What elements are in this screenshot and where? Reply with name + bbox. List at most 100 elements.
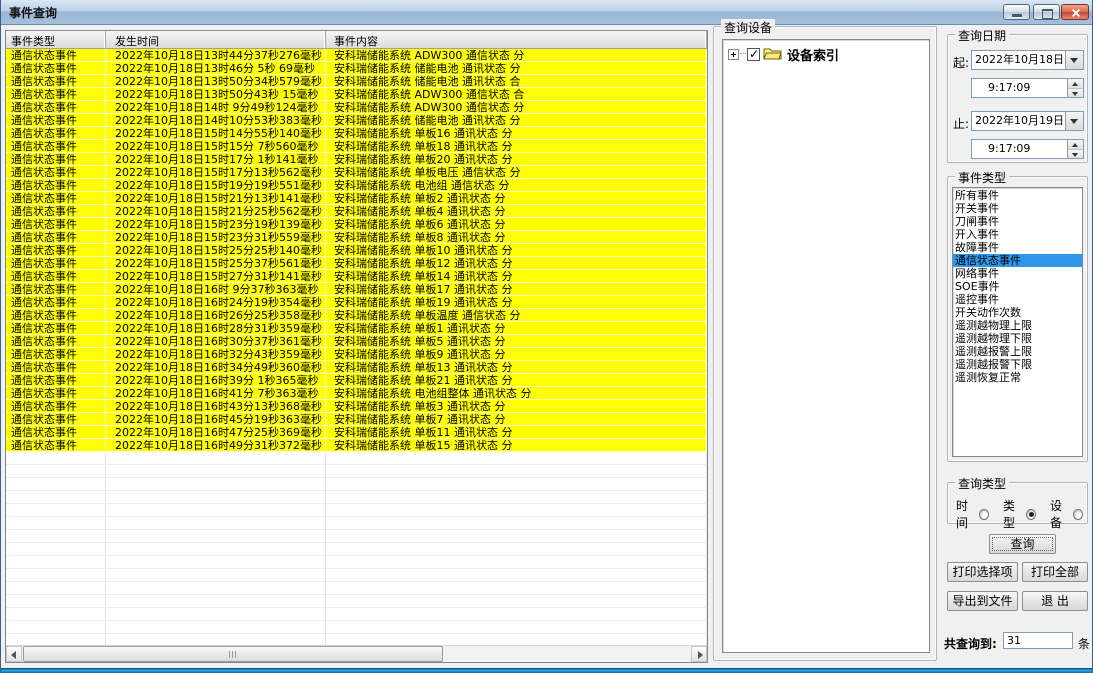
event-type-item[interactable]: 网络事件	[953, 267, 1082, 280]
device-tree-root[interactable]: 设备索引	[728, 46, 929, 62]
table-row[interactable]: 通信状态事件2022年10月18日13时46分 5秒 69毫秒安科瑞储能系统 储…	[6, 62, 707, 75]
radio-icon[interactable]	[1026, 509, 1036, 520]
table-cell	[106, 530, 326, 542]
table-row[interactable]: 通信状态事件2022年10月18日13时44分37秒276毫秒安科瑞储能系统 A…	[6, 49, 707, 62]
device-index-checkbox[interactable]	[747, 48, 760, 61]
event-type-item[interactable]: 遥测越报警下限	[953, 358, 1082, 371]
table-row[interactable]: 通信状态事件2022年10月18日13时50分43秒 15毫秒安科瑞储能系统 A…	[6, 88, 707, 101]
radio-icon[interactable]	[979, 509, 989, 520]
table-cell	[6, 621, 106, 633]
table-row[interactable]: 通信状态事件2022年10月18日14时 9分49秒124毫秒安科瑞储能系统 A…	[6, 101, 707, 114]
combo-arrow-icon[interactable]	[1065, 112, 1083, 130]
scrollbar-track[interactable]	[22, 646, 691, 662]
close-button[interactable]	[1061, 4, 1089, 20]
query-button[interactable]: 查询	[989, 534, 1056, 554]
column-header-time[interactable]: 发生时间	[106, 31, 326, 48]
event-type-item[interactable]: 刀闸事件	[953, 215, 1082, 228]
from-label: 起:	[953, 54, 969, 71]
table-row[interactable]: 通信状态事件2022年10月18日16时34分49秒360毫秒安科瑞储能系统 单…	[6, 361, 707, 374]
table-cell: 安科瑞储能系统 单板18 通讯状态 分	[326, 140, 707, 152]
to-date-combobox[interactable]: 2022年10月19日	[971, 111, 1084, 131]
table-empty-row	[6, 504, 707, 517]
table-cell	[106, 582, 326, 594]
scroll-right-button[interactable]	[691, 646, 707, 662]
table-cell: 安科瑞储能系统 电池组整体 通讯状态 分	[326, 387, 707, 399]
minimize-button[interactable]	[1003, 4, 1030, 20]
table-row[interactable]: 通信状态事件2022年10月18日15时23分19秒139毫秒安科瑞储能系统 单…	[6, 218, 707, 231]
table-row[interactable]: 通信状态事件2022年10月18日14时10分53秒383毫秒安科瑞储能系统 储…	[6, 114, 707, 127]
print-all-button[interactable]: 打印全部	[1022, 562, 1088, 582]
query-type-option[interactable]: 时间	[956, 497, 989, 531]
table-row[interactable]: 通信状态事件2022年10月18日13时50分34秒579毫秒安科瑞储能系统 储…	[6, 75, 707, 88]
table-cell: 通信状态事件	[6, 205, 106, 217]
event-type-item[interactable]: 开关事件	[953, 202, 1082, 215]
table-row[interactable]: 通信状态事件2022年10月18日15时21分25秒562毫秒安科瑞储能系统 单…	[6, 205, 707, 218]
table-row[interactable]: 通信状态事件2022年10月18日16时26分25秒358毫秒安科瑞储能系统 单…	[6, 309, 707, 322]
spinner-down-icon[interactable]	[1068, 89, 1083, 98]
table-row[interactable]: 通信状态事件2022年10月18日16时30分37秒361毫秒安科瑞储能系统 单…	[6, 335, 707, 348]
column-header-content[interactable]: 事件内容	[326, 31, 707, 48]
event-type-item[interactable]: 开关动作次数	[953, 306, 1082, 319]
table-cell	[106, 569, 326, 581]
table-row[interactable]: 通信状态事件2022年10月18日16时32分43秒359毫秒安科瑞储能系统 单…	[6, 348, 707, 361]
scrollbar-thumb[interactable]	[23, 646, 443, 662]
event-type-item[interactable]: 遥控事件	[953, 293, 1082, 306]
event-type-item[interactable]: 遥测越物理下限	[953, 332, 1082, 345]
event-type-item[interactable]: 故障事件	[953, 241, 1082, 254]
to-time-spinner[interactable]: 9:17:09	[971, 139, 1084, 159]
table-row[interactable]: 通信状态事件2022年10月18日16时24分19秒354毫秒安科瑞储能系统 单…	[6, 296, 707, 309]
exit-button[interactable]: 退 出	[1022, 591, 1088, 611]
result-count-field[interactable]: 31	[1003, 632, 1073, 649]
table-row[interactable]: 通信状态事件2022年10月18日15时23分31秒559毫秒安科瑞储能系统 单…	[6, 231, 707, 244]
event-type-item[interactable]: 遥测越报警上限	[953, 345, 1082, 358]
titlebar[interactable]: 事件查询	[1, 0, 1092, 25]
scroll-left-button[interactable]	[6, 646, 22, 662]
table-cell: 安科瑞储能系统 ADW300 通信状态 分	[326, 49, 707, 61]
table-row[interactable]: 通信状态事件2022年10月18日15时25分25秒140毫秒安科瑞储能系统 单…	[6, 244, 707, 257]
event-type-item[interactable]: 遥测越物理上限	[953, 319, 1082, 332]
radio-icon[interactable]	[1073, 509, 1083, 520]
spinner-up-icon[interactable]	[1068, 140, 1083, 150]
table-row[interactable]: 通信状态事件2022年10月18日15时14分55秒140毫秒安科瑞储能系统 单…	[6, 127, 707, 140]
from-time-spinner[interactable]: 9:17:09	[971, 78, 1084, 98]
table-row[interactable]: 通信状态事件2022年10月18日15时17分13秒562毫秒安科瑞储能系统 单…	[6, 166, 707, 179]
table-row[interactable]: 通信状态事件2022年10月18日16时45分19秒363毫秒安科瑞储能系统 单…	[6, 413, 707, 426]
table-cell: 通信状态事件	[6, 88, 106, 100]
maximize-button[interactable]	[1033, 4, 1060, 20]
horizontal-scrollbar[interactable]	[6, 645, 707, 662]
tree-expand-icon[interactable]	[728, 49, 739, 60]
query-type-option[interactable]: 设备	[1050, 497, 1083, 531]
event-type-item[interactable]: 遥测恢复正常	[953, 371, 1082, 384]
table-row[interactable]: 通信状态事件2022年10月18日15时25分37秒561毫秒安科瑞储能系统 单…	[6, 257, 707, 270]
export-to-file-button[interactable]: 导出到文件	[947, 591, 1018, 611]
event-type-item[interactable]: 所有事件	[953, 189, 1082, 202]
table-row[interactable]: 通信状态事件2022年10月18日16时49分31秒372毫秒安科瑞储能系统 单…	[6, 439, 707, 452]
spinner-up-icon[interactable]	[1068, 79, 1083, 89]
table-row[interactable]: 通信状态事件2022年10月18日16时 9分37秒363毫秒安科瑞储能系统 单…	[6, 283, 707, 296]
table-row[interactable]: 通信状态事件2022年10月18日15时17分 1秒141毫秒安科瑞储能系统 单…	[6, 153, 707, 166]
column-header-event-type[interactable]: 事件类型	[6, 31, 106, 48]
table-row[interactable]: 通信状态事件2022年10月18日15时27分31秒141毫秒安科瑞储能系统 单…	[6, 270, 707, 283]
table-cell: 安科瑞储能系统 单板16 通讯状态 分	[326, 127, 707, 139]
table-row[interactable]: 通信状态事件2022年10月18日15时15分 7秒560毫秒安科瑞储能系统 单…	[6, 140, 707, 153]
table-row[interactable]: 通信状态事件2022年10月18日16时47分25秒369毫秒安科瑞储能系统 单…	[6, 426, 707, 439]
from-date-combobox[interactable]: 2022年10月18日	[971, 50, 1084, 70]
event-type-list[interactable]: 所有事件开关事件刀闸事件开入事件故障事件通信状态事件网络事件SOE事件遥控事件开…	[952, 187, 1083, 457]
print-selected-button[interactable]: 打印选择项	[947, 562, 1018, 582]
table-row[interactable]: 通信状态事件2022年10月18日15时21分13秒141毫秒安科瑞储能系统 单…	[6, 192, 707, 205]
event-type-item[interactable]: 开入事件	[953, 228, 1082, 241]
table-row[interactable]: 通信状态事件2022年10月18日15时19分19秒551毫秒安科瑞储能系统 电…	[6, 179, 707, 192]
table-row[interactable]: 通信状态事件2022年10月18日16时41分 7秒363毫秒安科瑞储能系统 电…	[6, 387, 707, 400]
combo-arrow-icon[interactable]	[1065, 51, 1083, 69]
event-type-item[interactable]: 通信状态事件	[953, 254, 1082, 267]
table-cell: 安科瑞储能系统 单板10 通讯状态 分	[326, 244, 707, 256]
spinner-down-icon[interactable]	[1068, 150, 1083, 159]
table-row[interactable]: 通信状态事件2022年10月18日16时43分13秒368毫秒安科瑞储能系统 单…	[6, 400, 707, 413]
query-type-option[interactable]: 类型	[1003, 497, 1036, 531]
table-cell	[106, 465, 326, 477]
table-row[interactable]: 通信状态事件2022年10月18日16时39分 1秒365毫秒安科瑞储能系统 单…	[6, 374, 707, 387]
table-cell: 安科瑞储能系统 单板20 通讯状态 分	[326, 153, 707, 165]
table-cell: 安科瑞储能系统 单板9 通讯状态 分	[326, 348, 707, 360]
event-type-item[interactable]: SOE事件	[953, 280, 1082, 293]
table-row[interactable]: 通信状态事件2022年10月18日16时28分31秒359毫秒安科瑞储能系统 单…	[6, 322, 707, 335]
